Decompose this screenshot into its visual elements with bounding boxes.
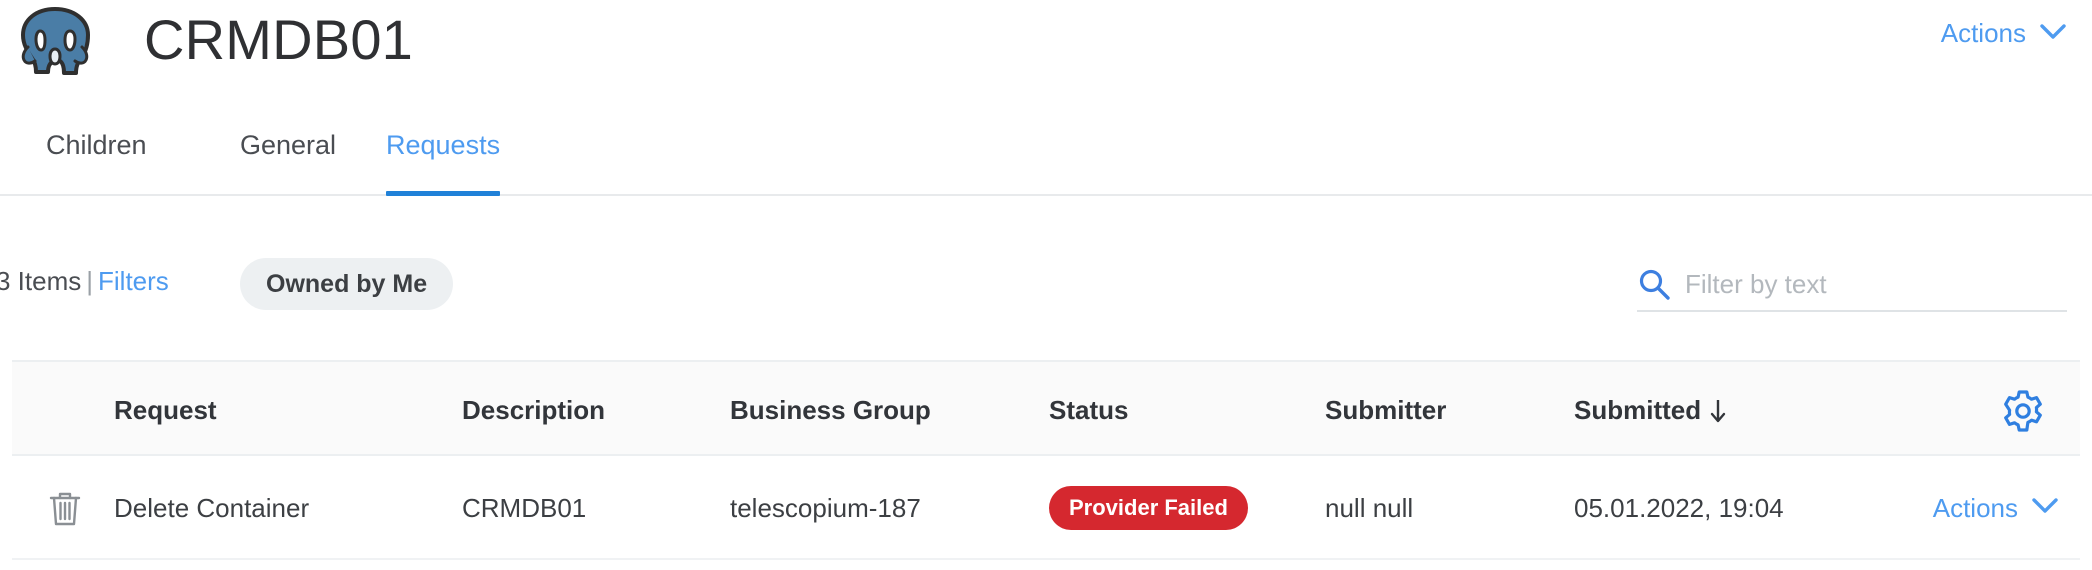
header-actions-button[interactable]: Actions (1940, 18, 2066, 49)
filters-link[interactable]: Filters (98, 266, 169, 296)
cell-actions: Actions (1932, 456, 2058, 560)
cell-status: Provider Failed (1049, 456, 1248, 560)
gear-icon[interactable] (2000, 388, 2046, 434)
table-row[interactable]: Delete Container CRMDB01 telescopium-187… (12, 456, 2080, 560)
postgresql-elephant-logo-icon (12, 2, 98, 80)
cell-description: CRMDB01 (462, 492, 587, 523)
tab-general[interactable]: General (240, 126, 336, 194)
table-header-row: Request Description Business Group Statu… (12, 360, 2080, 456)
cell-submitter: null null (1325, 492, 1414, 523)
column-header-label: Description (462, 394, 606, 425)
tab-bar: Children General Requests (0, 126, 2092, 196)
chevron-down-icon (2040, 23, 2066, 45)
column-header-label: Submitted (1574, 394, 1702, 425)
chevron-down-icon (2032, 497, 2058, 519)
cell-business-group: telescopium-187 (730, 492, 921, 523)
owned-by-me-chip[interactable]: Owned by Me (240, 258, 454, 310)
column-header-business-group[interactable]: Business Group (730, 362, 931, 458)
column-header-label: Business Group (730, 394, 931, 425)
search-input[interactable] (1685, 268, 2067, 300)
search-icon (1637, 267, 1671, 301)
column-header-submitted[interactable]: Submitted (1574, 362, 1727, 458)
tab-requests[interactable]: Requests (386, 126, 501, 196)
toolbar-separator: | (86, 266, 94, 296)
chip-label: Owned by Me (266, 269, 428, 298)
column-header-label: Submitter (1325, 394, 1447, 425)
column-header-label: Status (1049, 394, 1129, 425)
search-field[interactable] (1637, 258, 2067, 312)
trash-icon (48, 489, 82, 527)
arrow-down-icon (1709, 398, 1727, 423)
row-actions-label: Actions (1932, 492, 2018, 523)
column-header-description[interactable]: Description (462, 362, 605, 458)
item-count-and-filters: 3 Items | Filters (0, 266, 169, 297)
page-header: CRMDB01 Actions (0, 0, 2092, 96)
tab-label: General (240, 130, 337, 160)
tab-children[interactable]: Children (46, 126, 147, 194)
tab-label: Children (46, 130, 147, 160)
list-toolbar: 3 Items | Filters Owned by Me (0, 258, 2092, 324)
cell-submitted: 05.01.2022, 19:04 (1574, 492, 1784, 523)
column-header-submitter[interactable]: Submitter (1325, 362, 1446, 458)
row-type-icon-cell (48, 456, 82, 560)
column-header-status[interactable]: Status (1049, 362, 1128, 458)
cell-request: Delete Container (114, 492, 310, 523)
item-count-label: 3 Items (0, 266, 82, 296)
active-tab-indicator (386, 191, 501, 196)
tab-label: Requests (386, 130, 501, 160)
column-header-request[interactable]: Request (114, 362, 217, 458)
row-actions-button[interactable]: Actions (1932, 492, 2058, 524)
requests-table: Request Description Business Group Statu… (12, 360, 2080, 560)
requests-page: CRMDB01 Actions Children General Request… (0, 0, 2092, 570)
header-actions-label: Actions (1940, 18, 2026, 48)
page-title: CRMDB01 (144, 8, 414, 71)
column-header-label: Request (114, 394, 217, 425)
status-badge: Provider Failed (1049, 486, 1248, 530)
